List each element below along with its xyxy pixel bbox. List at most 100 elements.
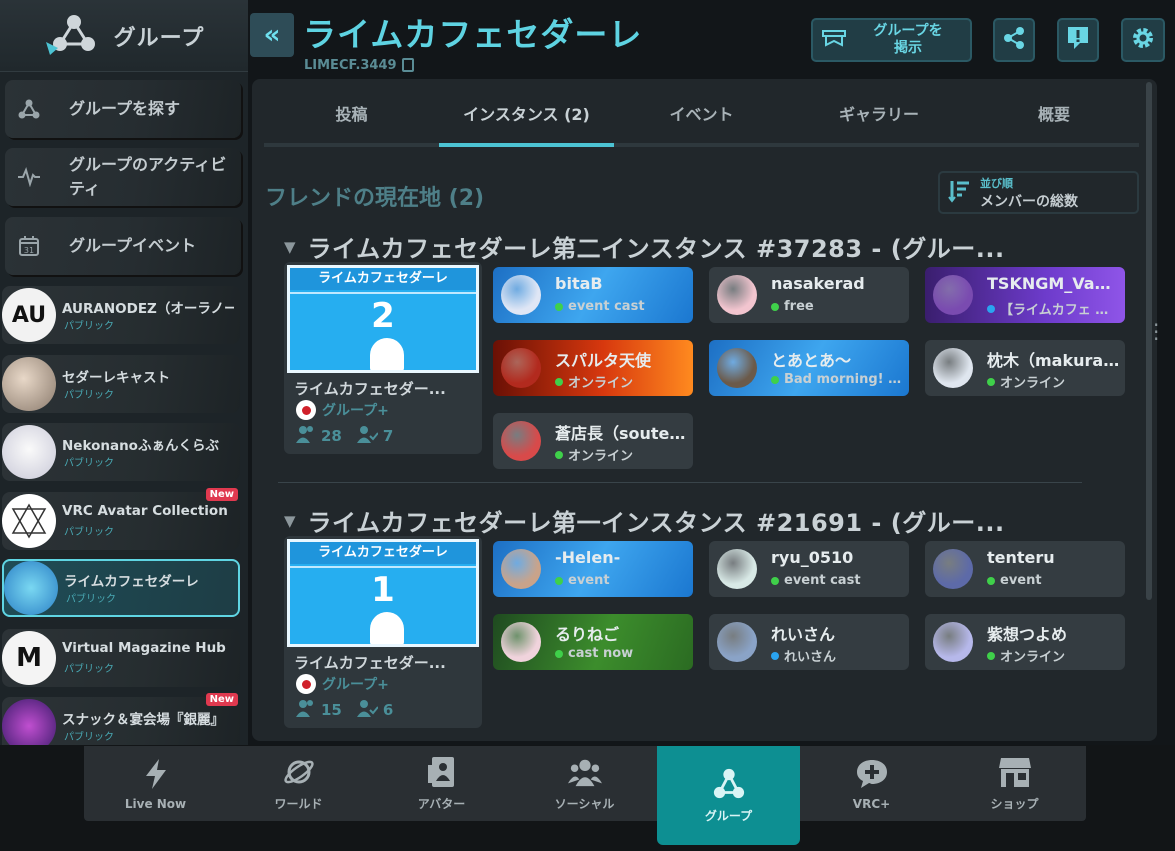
friend-card[interactable]: nasakerad free xyxy=(709,267,909,323)
nav-groups[interactable]: グループ xyxy=(657,746,800,845)
share-button[interactable] xyxy=(993,18,1035,62)
sidebar-group-lime-cafe[interactable]: ライムカフェセダーレ パブリック xyxy=(2,559,240,617)
friend-avatar xyxy=(717,275,757,315)
tab-events[interactable]: イベント xyxy=(614,95,789,143)
friend-status: event cast xyxy=(555,299,689,314)
friend-card[interactable]: スパルタ天使 オンライン xyxy=(493,340,693,396)
friend-name: nasakerad xyxy=(771,274,865,293)
group-events-button[interactable]: 31 グループイベント xyxy=(5,217,241,275)
nav-social[interactable]: ソーシャル xyxy=(513,746,656,821)
divider xyxy=(278,482,1082,483)
friend-name: TSKNGM_Vanilla xyxy=(987,274,1121,293)
group-visibility: パブリック xyxy=(64,732,114,743)
sidebar-title: グループ xyxy=(113,25,205,51)
friend-name: とあとあ～ xyxy=(771,351,852,370)
settings-button[interactable] xyxy=(1121,18,1165,62)
friend-avatar xyxy=(501,549,541,589)
scrollbar[interactable] xyxy=(1146,82,1152,600)
nav-label: ソーシャル xyxy=(554,797,615,811)
sort-button[interactable]: 並び順 メンバーの総数 xyxy=(938,171,1139,214)
thumbnail-number: 1 xyxy=(371,570,395,610)
report-button[interactable] xyxy=(1057,18,1099,62)
status-dot-icon xyxy=(987,304,995,313)
friends-icon xyxy=(356,424,379,448)
friend-card[interactable]: 紫想つよめ オンライン xyxy=(925,614,1125,670)
friend-card[interactable]: ryu_0510 event cast xyxy=(709,541,909,597)
instance-region: グループ+ xyxy=(296,674,389,694)
friend-card[interactable]: -Helen-event xyxy=(493,541,693,597)
friend-avatar xyxy=(717,549,757,589)
instance-card[interactable]: ライムカフェセダーレ 1 ライムカフェセダー... グループ+ 15 6 xyxy=(284,536,482,728)
status-dot-icon xyxy=(555,377,563,386)
svg-text:31: 31 xyxy=(24,246,34,255)
nav-label: アバター xyxy=(417,797,466,811)
thumbnail-header: ライムカフェセダーレ xyxy=(290,268,476,290)
group-name: セダーレキャスト xyxy=(62,370,170,386)
friend-card[interactable]: TSKNGM_Vanilla 【ライムカフェ セダーレ】 xyxy=(925,267,1125,323)
friend-card[interactable]: 枕木（makuragi） オンライン xyxy=(925,340,1125,396)
nav-avatars[interactable]: アバター xyxy=(370,746,513,821)
japan-flag-icon xyxy=(296,400,316,420)
shop-icon xyxy=(998,755,1032,789)
status-dot-icon xyxy=(987,377,995,386)
instance-access: グループ+ xyxy=(322,677,389,693)
status-dot-icon xyxy=(555,576,563,585)
status-dot-icon xyxy=(555,649,563,658)
friend-card[interactable]: bitaB event cast xyxy=(493,267,693,323)
collapse-sidebar-button[interactable]: « xyxy=(250,13,294,57)
friend-name: 蒼店長（soutencho） xyxy=(555,424,689,443)
instance-header[interactable]: ▼ ライムカフェセダーレ第二インスタンス #37283 - (グルー... xyxy=(284,229,1005,264)
friend-card[interactable]: れいさん れいさん xyxy=(709,614,909,670)
group-name: AURANODEZ（オーラノード） xyxy=(62,301,234,317)
nav-worlds[interactable]: ワールド xyxy=(227,746,370,821)
status-dot-icon xyxy=(771,651,779,660)
friend-name: ryu_0510 xyxy=(771,548,854,567)
tab-instances[interactable]: インスタンス (2) xyxy=(439,95,614,147)
drag-handle-icon[interactable]: · · · xyxy=(1153,315,1159,349)
tab-gallery[interactable]: ギャラリー xyxy=(789,95,969,143)
friend-name: るりねご xyxy=(555,625,620,644)
post-group-button[interactable]: グループを 掲示 xyxy=(811,18,972,62)
friend-avatar xyxy=(933,549,973,589)
friend-card[interactable]: tenteru event xyxy=(925,541,1125,597)
friend-card[interactable]: 蒼店長（soutencho） オンライン xyxy=(493,413,693,469)
nav-vrc-plus[interactable]: VRC+ xyxy=(800,746,943,821)
copy-icon[interactable] xyxy=(401,58,414,72)
nav-live-now[interactable]: Live Now xyxy=(84,746,227,821)
instance-thumbnail: ライムカフェセダーレ 2 xyxy=(287,265,479,373)
tab-overview[interactable]: 概要 xyxy=(969,95,1139,143)
friend-card[interactable]: るりねご cast now xyxy=(493,614,693,670)
tab-posts[interactable]: 投稿 xyxy=(264,95,439,143)
friend-status-text: event xyxy=(568,573,610,588)
friend-status: オンライン xyxy=(555,445,689,464)
friends-icon xyxy=(356,698,379,722)
instance-card[interactable]: ライムカフェセダーレ 2 ライムカフェセダー... グループ+ 28 7 xyxy=(284,262,482,454)
group-avatar xyxy=(2,357,56,411)
friend-status: オンライン xyxy=(987,646,1121,665)
instance-header[interactable]: ▼ ライムカフェセダーレ第一インスタンス #21691 - (グルー... xyxy=(284,503,1005,538)
friend-name: スパルタ天使 xyxy=(555,351,652,370)
group-avatar xyxy=(2,425,56,479)
double-chevron-left-icon: « xyxy=(263,20,281,50)
friend-avatar xyxy=(717,348,757,388)
sidebar-group-virtual-magazine-hub[interactable]: M Virtual Magazine Hub パブリック xyxy=(2,629,240,687)
friend-card[interactable]: とあとあ～ Bad morning! Everyone! xyxy=(709,340,909,396)
group-visibility: パブリック xyxy=(64,664,114,675)
sidebar-group-auranodez[interactable]: AU AURANODEZ（オーラノード） パブリック xyxy=(2,286,240,344)
instance-counts: 15 6 xyxy=(296,698,393,722)
group-visibility: パブリック xyxy=(66,594,116,605)
total-users: 15 xyxy=(321,701,342,719)
group-activity-label: グループのアクティビティ xyxy=(69,155,227,198)
group-activity-button[interactable]: グループのアクティビティ xyxy=(5,148,241,206)
sort-value: メンバーの総数 xyxy=(980,193,1078,210)
sidebar-group-cedare-cast[interactable]: セダーレキャスト パブリック xyxy=(2,355,240,413)
group-name: VRC Avatar Collection xyxy=(62,503,228,519)
sidebar-group-vrc-avatar-collection[interactable]: VRC Avatar Collection パブリック New xyxy=(2,488,240,550)
nav-shop[interactable]: ショップ xyxy=(943,746,1086,821)
sidebar-group-nekonano[interactable]: Nekonanoふぁんくらぶ パブリック xyxy=(2,423,240,481)
find-groups-button[interactable]: グループを探す xyxy=(5,80,241,138)
friend-status-text: cast now xyxy=(568,646,634,661)
sidebar-group-ginrei[interactable]: スナック＆宴会場『銀麗』 パブリック New xyxy=(2,693,240,753)
report-icon xyxy=(1066,25,1090,55)
share-icon xyxy=(1002,26,1026,54)
